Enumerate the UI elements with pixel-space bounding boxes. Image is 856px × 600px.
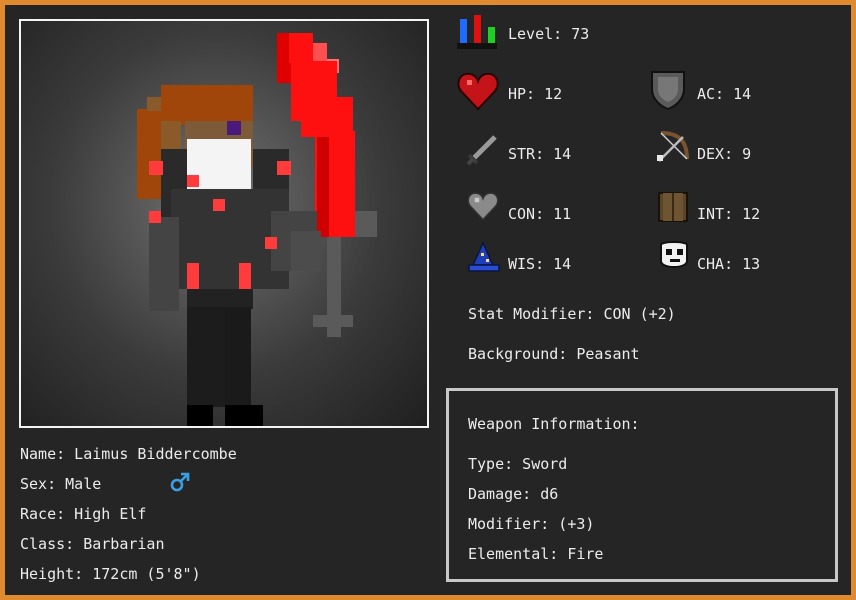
con-value: CON: 11 [508, 205, 572, 223]
wizard-hat-icon [468, 241, 500, 272]
character-height: Height: 172cm (5'8") [20, 565, 201, 583]
book-icon [658, 192, 688, 222]
character-portrait [19, 19, 429, 428]
level-value: Level: 73 [508, 25, 590, 43]
weapon-damage: Damage: d6 [468, 485, 559, 503]
weapon-modifier: Modifier: (+3) [468, 515, 595, 533]
heart-icon [457, 72, 499, 111]
str-value: STR: 14 [508, 145, 572, 163]
wis-value: WIS: 14 [508, 255, 572, 273]
stat-modifier: Stat Modifier: CON (+2) [468, 305, 676, 323]
dex-value: DEX: 9 [697, 145, 752, 163]
character-sheet-panel: Name: Laimus Biddercombe Sex: Male Race:… [5, 5, 851, 595]
cha-value: CHA: 13 [697, 255, 761, 273]
level-bars-icon [457, 15, 497, 49]
character-class: Class: Barbarian [20, 535, 165, 553]
weapon-type: Type: Sword [468, 455, 568, 473]
hp-value: HP: 12 [508, 85, 563, 103]
character-sex: Sex: Male [20, 475, 102, 493]
male-symbol-icon [170, 472, 190, 492]
character-race: Race: High Elf [20, 505, 147, 523]
weapon-info-box: Weapon Information: Type: Sword Damage: … [446, 388, 838, 582]
grey-heart-icon [467, 192, 499, 221]
weapon-info-heading: Weapon Information: [468, 415, 640, 433]
sword-icon [466, 135, 497, 166]
character-name: Name: Laimus Biddercombe [20, 445, 237, 463]
pixel-character-sprite [137, 33, 377, 426]
int-value: INT: 12 [697, 205, 761, 223]
skull-mask-icon [660, 241, 688, 268]
shield-icon [651, 71, 685, 111]
fire-sword-sprite [277, 33, 377, 337]
ac-value: AC: 14 [697, 85, 752, 103]
background-value: Background: Peasant [468, 345, 640, 363]
weapon-elemental: Elemental: Fire [468, 545, 604, 563]
bow-icon [657, 131, 689, 162]
